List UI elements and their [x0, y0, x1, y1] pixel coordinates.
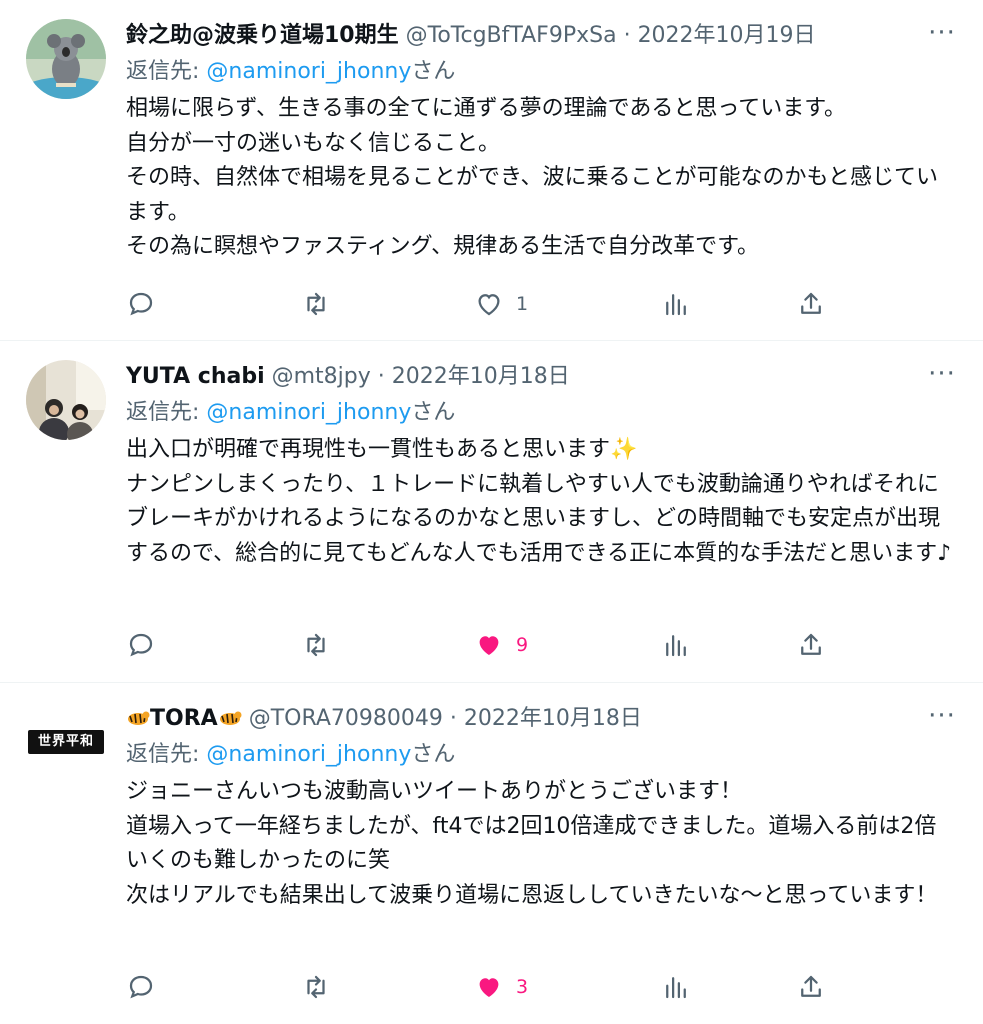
like-icon	[478, 294, 500, 316]
reply-to: 返信先: @naminori_jhonnyさん	[126, 395, 963, 431]
reply-button[interactable]	[126, 284, 156, 324]
like-icon	[479, 636, 499, 655]
reply-to-label: 返信先:	[126, 742, 207, 767]
like-button[interactable]: 9	[474, 625, 528, 665]
avatar[interactable]	[26, 19, 106, 99]
author-handle[interactable]: @ToTcgBfTAF9PxSa	[406, 23, 617, 48]
share-icon	[801, 633, 821, 655]
tiger-emoji-icon	[126, 704, 150, 726]
retweet-icon	[307, 975, 325, 999]
retweet-icon	[307, 292, 325, 316]
tweet[interactable]: YUTA chabi @mt8jpy · 2022年10月18日 ··· 返信先…	[0, 341, 983, 683]
reply-button[interactable]	[126, 967, 156, 1007]
like-count: 1	[516, 293, 529, 315]
views-icon	[666, 635, 686, 657]
reply-suffix: さん	[411, 59, 456, 84]
retweet-button[interactable]	[301, 284, 331, 324]
more-icon[interactable]: ···	[925, 359, 959, 395]
more-icon[interactable]: ···	[925, 701, 959, 737]
reply-to: 返信先: @naminori_jhonnyさん	[126, 54, 963, 90]
views-icon	[666, 294, 686, 316]
action-bar: 9	[126, 625, 846, 665]
tweet-date[interactable]: 2022年10月18日	[464, 706, 642, 731]
tweet[interactable]: 世界平和 TORA @TORA70980049 · 2022年10月18日 ··…	[0, 683, 983, 1024]
share-button[interactable]	[796, 284, 826, 324]
separator-dot: ·	[449, 706, 457, 731]
views-button[interactable]	[661, 625, 691, 665]
like-button[interactable]: 1	[474, 284, 528, 324]
tweet-text: 出入口が明確で再現性も一貫性もあると思います✨ ナンピンしまくったり、１トレード…	[126, 437, 952, 566]
reply-to-label: 返信先:	[126, 59, 207, 84]
like-icon	[479, 978, 499, 997]
tweet-text: 相場に限らず、生きる事の全てに通ずる夢の理論であると思っています。 自分が一寸の…	[126, 96, 939, 259]
tweet-text: ジョニーさんいつも波動高いツイートありがとうございます！ 道場入って一年経ちまし…	[126, 779, 938, 908]
tweet-date[interactable]: 2022年10月18日	[392, 364, 570, 389]
views-button[interactable]	[661, 284, 691, 324]
avatar[interactable]: 世界平和	[26, 702, 106, 782]
like-count: 9	[516, 634, 529, 656]
author-name[interactable]: TORA	[150, 706, 218, 731]
share-button[interactable]	[796, 625, 826, 665]
author-name[interactable]: YUTA chabi	[126, 364, 265, 389]
reply-icon	[129, 975, 153, 999]
avatar[interactable]	[26, 360, 106, 440]
photo-avatar-image	[26, 360, 106, 440]
author-handle[interactable]: @TORA70980049	[249, 706, 443, 731]
retweet-button[interactable]	[301, 967, 331, 1007]
reply-suffix: さん	[411, 400, 456, 425]
retweet-button[interactable]	[301, 625, 331, 665]
reply-suffix: さん	[411, 742, 456, 767]
more-icon[interactable]: ···	[925, 18, 959, 54]
reply-to-label: 返信先:	[126, 400, 207, 425]
reply-button[interactable]	[126, 625, 156, 665]
reply-mention-link[interactable]: @naminori_jhonny	[206, 400, 411, 425]
like-count: 3	[516, 976, 529, 998]
reply-icon	[129, 292, 153, 316]
author-handle[interactable]: @mt8jpy	[272, 364, 371, 389]
tweet[interactable]: 鈴之助@波乗り道場10期生 @ToTcgBfTAF9PxSa · 2022年10…	[0, 0, 983, 341]
action-bar: 3	[126, 967, 846, 1007]
share-button[interactable]	[796, 967, 826, 1007]
share-icon	[801, 292, 821, 314]
separator-dot: ·	[377, 364, 385, 389]
reply-mention-link[interactable]: @naminori_jhonny	[206, 742, 411, 767]
like-button[interactable]: 3	[474, 967, 528, 1007]
reply-mention-link[interactable]: @naminori_jhonny	[206, 59, 411, 84]
separator-dot: ·	[623, 23, 631, 48]
tweet-date[interactable]: 2022年10月19日	[638, 23, 816, 48]
views-icon	[666, 977, 686, 999]
share-icon	[801, 975, 821, 997]
author-name[interactable]: 鈴之助@波乗り道場10期生	[126, 23, 399, 48]
reply-icon	[129, 633, 153, 657]
koala-avatar-image	[26, 19, 106, 99]
world-peace-logo: 世界平和	[28, 730, 104, 754]
retweet-icon	[307, 633, 325, 657]
tiger-emoji-icon	[218, 704, 242, 726]
action-bar: 1	[126, 284, 846, 324]
views-button[interactable]	[661, 967, 691, 1007]
reply-to: 返信先: @naminori_jhonnyさん	[126, 737, 963, 773]
